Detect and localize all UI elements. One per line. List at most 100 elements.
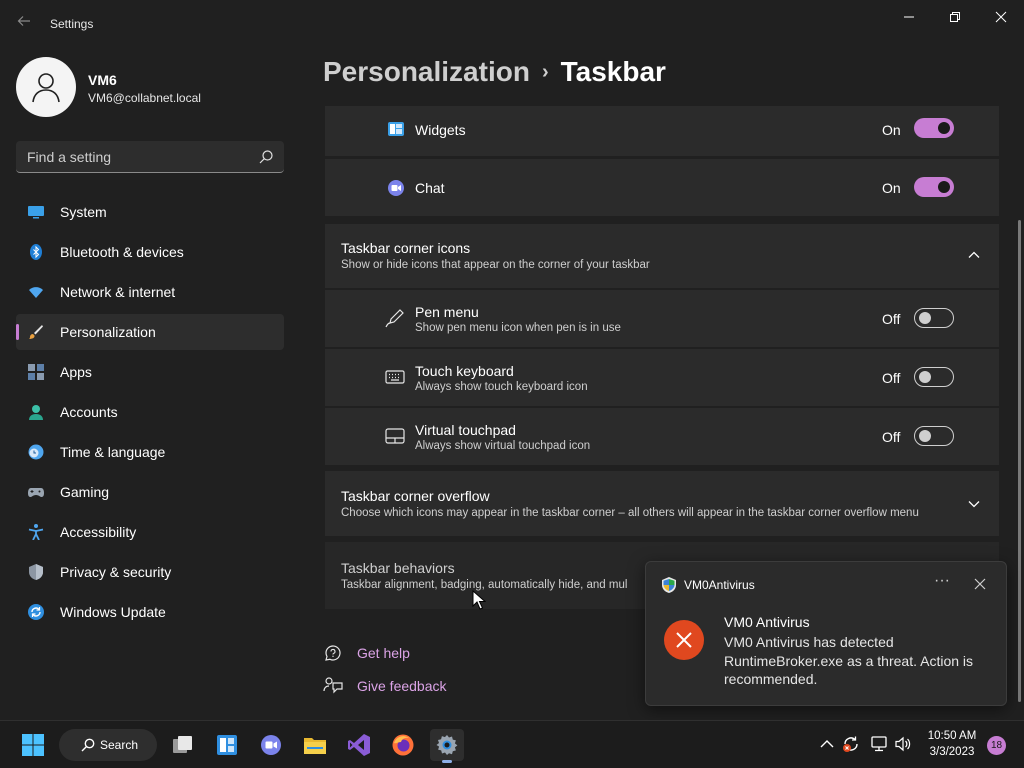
antivirus-notification[interactable]: VM0Antivirus ··· VM0 Antivirus VM0 Antiv…	[645, 561, 1007, 706]
app-title: Settings	[50, 17, 94, 31]
back-arrow-icon[interactable]	[14, 14, 34, 34]
chevron-up-icon[interactable]	[967, 248, 981, 262]
system-taskbar: Search 10:50 AM 3/3/2023 18	[0, 720, 1024, 768]
breadcrumb-parent-link[interactable]: Personalization	[323, 56, 530, 87]
pen-menu-state-label: Off	[882, 311, 901, 327]
sidebar-item-label: Network & internet	[60, 284, 176, 300]
title-bar: Settings	[0, 0, 1024, 48]
accounts-icon	[29, 405, 43, 420]
breadcrumb-separator: ›	[541, 61, 549, 83]
sidebar-item-label: Time & language	[60, 444, 166, 460]
task-view-icon	[173, 736, 192, 753]
sidebar-item-apps[interactable]: Apps	[16, 354, 284, 390]
corner-icons-description: Show or hide icons that appear on the co…	[341, 259, 650, 271]
sync-error-icon[interactable]	[842, 735, 860, 753]
corner-overflow-title: Taskbar corner overflow	[341, 488, 490, 504]
notification-title: VM0 Antivirus	[724, 614, 810, 630]
widgets-toggle[interactable]	[914, 118, 954, 138]
taskbar-search-label: Search	[100, 738, 139, 752]
widgets-state-label: On	[882, 122, 901, 138]
notification-close-icon[interactable]	[974, 578, 986, 590]
notification-app-name: VM0Antivirus	[684, 578, 755, 592]
scrollbar[interactable]	[1018, 220, 1021, 702]
restore-button[interactable]	[932, 4, 978, 30]
taskbar-search-button[interactable]: Search	[59, 729, 157, 761]
brush-icon	[29, 325, 43, 339]
firefox-button[interactable]	[386, 729, 420, 761]
file-explorer-icon	[304, 738, 326, 754]
visual-studio-button[interactable]	[342, 729, 376, 761]
sidebar-item-gaming[interactable]: Gaming	[16, 474, 284, 510]
notification-body: VM0 Antivirus has detected RuntimeBroker…	[724, 634, 974, 687]
chat-setting-row: Chat On	[325, 159, 999, 216]
user-email: VM6@collabnet.local	[88, 91, 201, 105]
system-icon	[28, 206, 44, 219]
sidebar-item-label: Personalization	[60, 324, 156, 340]
task-view-button[interactable]	[166, 729, 200, 761]
mouse-cursor-icon	[472, 590, 486, 610]
sidebar-item-time-language[interactable]: Time & language	[16, 434, 284, 470]
sidebar-item-windows-update[interactable]: Windows Update	[16, 594, 284, 630]
search-icon	[259, 150, 273, 164]
pen-menu-toggle[interactable]	[914, 308, 954, 328]
user-icon	[32, 73, 60, 103]
widgets-setting-row: Widgets On	[325, 106, 999, 156]
sidebar-item-personalization[interactable]: Personalization	[16, 314, 284, 350]
clock-date[interactable]: 3/3/2023	[920, 746, 984, 758]
teams-chat-button[interactable]	[254, 729, 288, 761]
touch-keyboard-label: Touch keyboard	[415, 363, 514, 379]
search-input[interactable]: Find a setting	[16, 141, 284, 173]
pen-menu-setting-row: Pen menu Show pen menu icon when pen is …	[325, 290, 999, 347]
pen-menu-label: Pen menu	[415, 304, 479, 320]
widgets-icon	[217, 735, 237, 755]
widgets-icon	[388, 122, 404, 136]
corner-icons-title: Taskbar corner icons	[341, 240, 471, 256]
sidebar-item-label: Apps	[60, 364, 92, 380]
virtual-touchpad-label: Virtual touchpad	[415, 422, 516, 438]
sidebar-item-label: Gaming	[60, 484, 110, 500]
chat-icon	[388, 180, 404, 196]
settings-taskbar-button[interactable]	[430, 729, 464, 763]
shield-icon	[29, 564, 43, 580]
sidebar-item-bluetooth[interactable]: Bluetooth & devices	[16, 234, 284, 270]
sidebar-nav: System Bluetooth & devices Network & int…	[16, 194, 284, 634]
sidebar-item-network[interactable]: Network & internet	[16, 274, 284, 310]
give-feedback-label: Give feedback	[357, 678, 447, 694]
sidebar-item-system[interactable]: System	[16, 194, 284, 230]
virtual-touchpad-toggle[interactable]	[914, 426, 954, 446]
firefox-icon	[392, 734, 414, 756]
taskbar-corner-overflow-header[interactable]: Taskbar corner overflow Choose which ico…	[325, 471, 999, 536]
start-icon	[22, 734, 44, 756]
sidebar-item-label: Accessibility	[60, 524, 137, 540]
start-button[interactable]	[16, 729, 50, 761]
network-icon[interactable]	[870, 735, 888, 753]
file-explorer-button[interactable]	[298, 729, 332, 761]
close-button[interactable]	[978, 4, 1024, 30]
chevron-up-icon[interactable]	[818, 735, 836, 753]
chevron-down-icon[interactable]	[967, 497, 981, 511]
clock-time[interactable]: 10:50 AM	[920, 730, 984, 742]
virtual-touchpad-description: Always show virtual touchpad icon	[415, 440, 591, 452]
pen-icon	[385, 309, 404, 328]
chat-toggle[interactable]	[914, 177, 954, 197]
sidebar-item-accessibility[interactable]: Accessibility	[16, 514, 284, 550]
wifi-icon	[29, 287, 43, 298]
touch-keyboard-description: Always show touch keyboard icon	[415, 381, 588, 393]
widgets-button[interactable]	[210, 729, 244, 761]
sidebar-item-privacy-security[interactable]: Privacy & security	[16, 554, 284, 590]
sidebar-item-label: Windows Update	[60, 604, 166, 620]
notification-more-button[interactable]: ···	[932, 573, 952, 594]
virtual-touchpad-state-label: Off	[882, 429, 901, 445]
touch-keyboard-toggle[interactable]	[914, 367, 954, 387]
get-help-link[interactable]: Get help	[323, 641, 443, 665]
restore-icon	[950, 12, 960, 22]
minimize-icon	[904, 16, 914, 18]
notification-count-badge[interactable]: 18	[987, 736, 1006, 755]
sidebar-item-accounts[interactable]: Accounts	[16, 394, 284, 430]
taskbar-corner-icons-header[interactable]: Taskbar corner icons Show or hide icons …	[325, 224, 999, 288]
threat-error-icon	[664, 620, 704, 660]
minimize-button[interactable]	[886, 4, 932, 30]
give-feedback-link[interactable]: Give feedback	[323, 674, 463, 698]
clock-icon	[28, 444, 44, 460]
volume-icon[interactable]	[894, 735, 912, 753]
